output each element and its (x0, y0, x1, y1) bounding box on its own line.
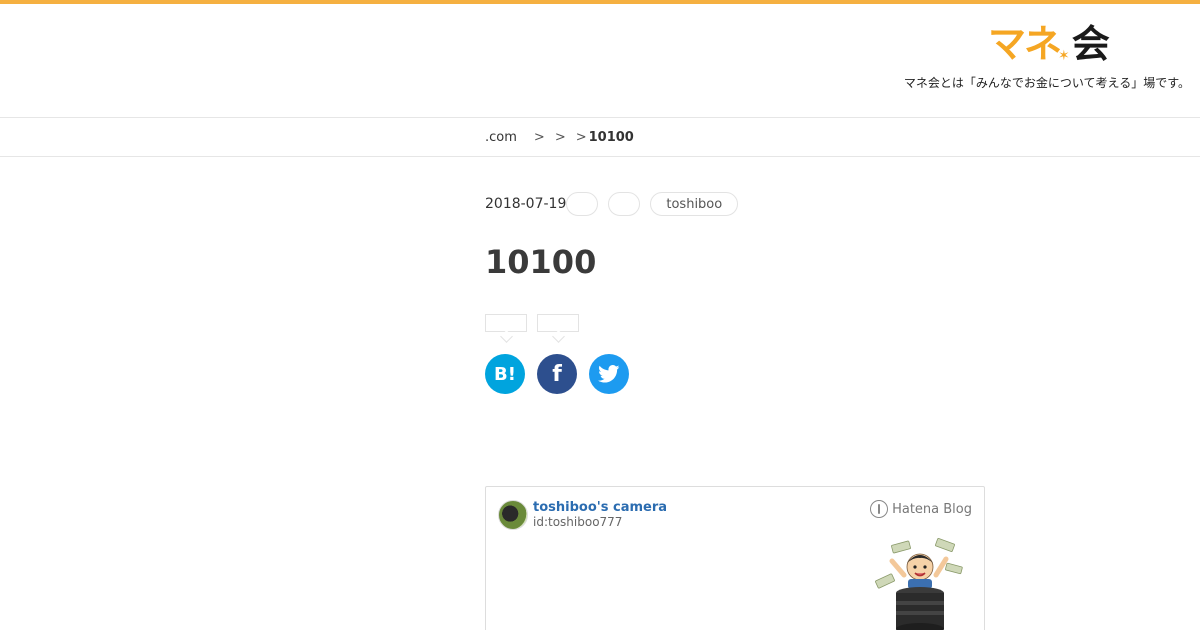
blog-avatar[interactable] (498, 500, 528, 530)
breadcrumb-separator: > (554, 130, 566, 145)
breadcrumb: .com > > > 10100 (0, 118, 1200, 157)
mascot-money-illustration (875, 538, 963, 630)
breadcrumb-current: 10100 (588, 130, 634, 145)
facebook-count-balloon (537, 314, 579, 332)
article-title: 10100 (485, 243, 597, 281)
facebook-share-button[interactable]: f (537, 354, 577, 394)
site-logo[interactable]: マネ ✶ 会 (988, 22, 1110, 66)
author-tag[interactable]: toshiboo (650, 192, 739, 216)
breadcrumb-separator: > (575, 130, 587, 145)
blog-id: id:toshiboo777 (533, 515, 623, 529)
twitter-icon (598, 365, 620, 383)
blog-card[interactable]: toshiboo's camera id:toshiboo777 Hatena … (485, 486, 985, 630)
hatena-count-balloon (485, 314, 527, 332)
hatena-bookmark-icon: B! (494, 363, 516, 385)
breadcrumb-home-link[interactable]: .com (485, 130, 517, 145)
twitter-share-button[interactable] (589, 354, 629, 394)
site-tagline: マネ会とは「みんなでお金について考える」場です。 (903, 76, 1190, 90)
article-date: 2018-07-19 (485, 196, 567, 212)
hatena-blog-logo[interactable]: Hatena Blog (870, 500, 972, 518)
breadcrumb-separator: > (533, 130, 545, 145)
hatena-blog-label: Hatena Blog (892, 501, 972, 517)
blog-name-link[interactable]: toshiboo's camera (533, 500, 667, 515)
site-header: マネ ✶ 会 マネ会とは「みんなでお金について考える」場です。 (0, 4, 1200, 118)
hatena-blog-icon (870, 500, 889, 518)
hatena-bookmark-button[interactable]: B! (485, 354, 525, 394)
logo-sparkle-icon: ✶ (1058, 48, 1070, 64)
facebook-icon: f (552, 361, 562, 387)
article-meta: 2018-07-19 toshiboo (485, 192, 739, 216)
logo-text-orange: マネ (988, 22, 1062, 66)
category-tag[interactable] (566, 192, 599, 216)
category-tag[interactable] (608, 192, 641, 216)
logo-text-dark: 会 (1071, 22, 1110, 66)
